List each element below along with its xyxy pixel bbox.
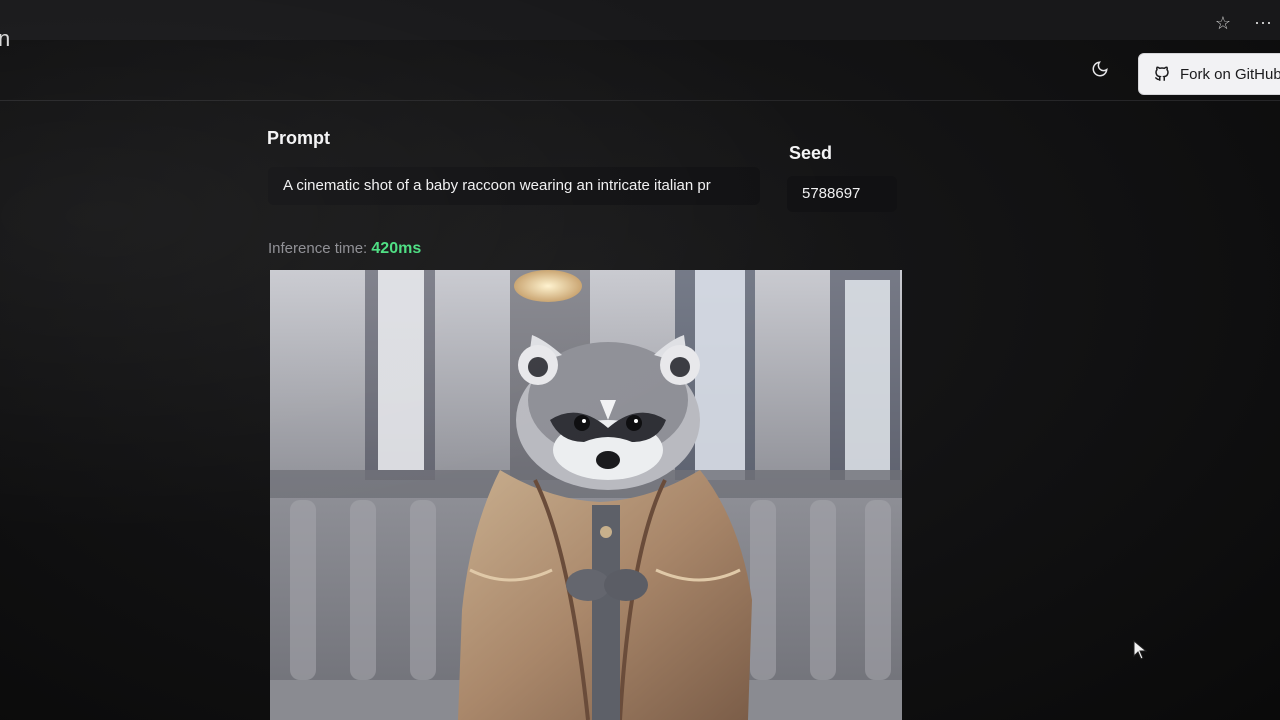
more-icon[interactable]: ⋯ [1254, 12, 1280, 34]
inference-time-value: 420ms [371, 240, 422, 257]
prompt-label: Prompt [267, 128, 330, 148]
browser-edge-glyph: n [0, 26, 11, 51]
star-icon[interactable]: ☆ [1212, 12, 1234, 34]
fork-on-github-label: Fork on GitHub [1180, 65, 1280, 83]
inference-time: Inference time: 420ms [268, 240, 421, 258]
inference-time-label: Inference time: [268, 240, 368, 257]
moon-icon [1091, 60, 1109, 83]
seed-label: Seed [789, 143, 833, 163]
github-icon [1153, 65, 1171, 83]
app-screen: n ☆ ⋯ Fork on GitHub Prompt A cinematic … [0, 0, 1280, 720]
seed-input[interactable]: 5788697 [787, 176, 897, 212]
fork-on-github-button[interactable]: Fork on GitHub [1138, 53, 1280, 95]
prompt-input[interactable]: A cinematic shot of a baby raccoon weari… [268, 167, 760, 205]
header-divider [0, 100, 1280, 101]
generated-image [270, 270, 902, 720]
browser-toolbar [0, 0, 1280, 40]
theme-toggle-button[interactable] [1087, 58, 1113, 84]
mouse-cursor-icon [1133, 639, 1148, 660]
